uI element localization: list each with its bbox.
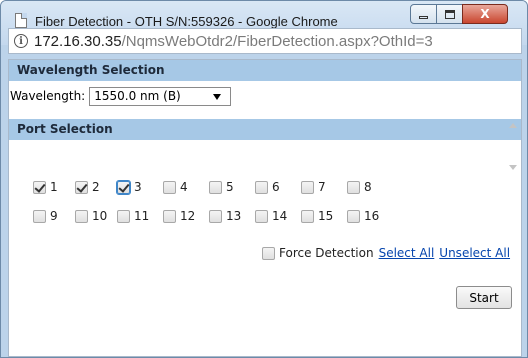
- port-3-option[interactable]: 3: [116, 179, 142, 195]
- close-button[interactable]: X: [462, 4, 508, 24]
- port-16-option[interactable]: 16: [347, 209, 379, 223]
- wavelength-section-header: Wavelength Selection: [9, 60, 521, 81]
- port-6-option[interactable]: 6: [255, 180, 280, 194]
- port-9-checkbox[interactable]: [33, 209, 46, 223]
- select-all-link[interactable]: Select All: [379, 246, 435, 260]
- maximize-icon: [444, 9, 455, 19]
- wavelength-row: Wavelength: 1550.0 nm (B): [10, 86, 232, 106]
- url-path: /NqmsWebOtdr2/FiberDetection.aspx?OthId=…: [121, 32, 433, 50]
- port-15-option[interactable]: 15: [301, 209, 333, 223]
- port-14-option[interactable]: 14: [255, 209, 287, 223]
- port-12-option[interactable]: 12: [163, 209, 195, 223]
- port-3-label: 3: [134, 180, 142, 194]
- port-8-label: 8: [364, 180, 372, 194]
- port-10-option[interactable]: 10: [75, 209, 107, 223]
- port-2-option[interactable]: 2: [75, 180, 100, 194]
- port-section-header: Port Selection: [9, 119, 521, 140]
- close-icon: X: [480, 7, 490, 21]
- port-7-checkbox[interactable]: [301, 180, 314, 194]
- port-12-label: 12: [180, 209, 196, 223]
- port-11-checkbox[interactable]: [117, 209, 130, 223]
- force-detection-label: Force Detection: [279, 246, 374, 260]
- port-15-label: 15: [318, 209, 334, 223]
- port-6-checkbox[interactable]: [255, 180, 268, 194]
- port-13-checkbox[interactable]: [209, 209, 222, 223]
- port-15-checkbox[interactable]: [301, 209, 314, 223]
- minimize-button[interactable]: [410, 4, 437, 24]
- port-9-label: 9: [50, 209, 58, 223]
- scroll-down-icon[interactable]: [509, 165, 517, 170]
- port-12-checkbox[interactable]: [163, 209, 176, 223]
- wavelength-selected-value: 1550.0 nm (B): [94, 88, 181, 103]
- url-host: 172.16.30.35: [34, 32, 122, 50]
- unselect-all-link[interactable]: Unselect All: [439, 246, 510, 260]
- wavelength-label: Wavelength:: [10, 89, 86, 103]
- port-5-label: 5: [226, 180, 234, 194]
- wavelength-select[interactable]: 1550.0 nm (B): [89, 86, 232, 106]
- scroll-up-icon[interactable]: [509, 123, 517, 128]
- port-5-option[interactable]: 5: [209, 180, 234, 194]
- port-14-label: 14: [272, 209, 288, 223]
- port-10-label: 10: [92, 209, 108, 223]
- port-14-checkbox[interactable]: [255, 209, 268, 223]
- chevron-down-icon: [213, 93, 222, 100]
- page-icon: [15, 13, 27, 28]
- force-detection-row: Force Detection Select All Unselect All: [262, 246, 510, 260]
- port-1-checkbox[interactable]: [33, 180, 46, 194]
- port-13-option[interactable]: 13: [209, 209, 241, 223]
- port-9-option[interactable]: 9: [33, 209, 58, 223]
- port-13-label: 13: [226, 209, 242, 223]
- port-4-label: 4: [180, 180, 188, 194]
- force-detection-checkbox[interactable]: [262, 246, 275, 260]
- start-button[interactable]: Start: [456, 286, 512, 309]
- port-11-option[interactable]: 11: [117, 209, 149, 223]
- browser-window: Fiber Detection - OTH S/N:559326 - Googl…: [0, 0, 528, 358]
- maximize-button[interactable]: [436, 4, 463, 24]
- port-16-label: 16: [364, 209, 380, 223]
- port-2-label: 2: [92, 180, 100, 194]
- port-16-checkbox[interactable]: [347, 209, 360, 223]
- port-4-checkbox[interactable]: [163, 180, 176, 194]
- window-controls: X: [410, 4, 508, 24]
- port-1-label: 1: [50, 180, 58, 194]
- window-title: Fiber Detection - OTH S/N:559326 - Googl…: [35, 14, 338, 29]
- port-1-option[interactable]: 1: [33, 180, 58, 194]
- page-content: Wavelength Selection Wavelength: 1550.0 …: [8, 59, 522, 357]
- minimize-icon: [419, 15, 428, 19]
- port-4-option[interactable]: 4: [163, 180, 188, 194]
- port-11-label: 11: [134, 209, 150, 223]
- port-7-option[interactable]: 7: [301, 180, 326, 194]
- port-6-label: 6: [272, 180, 280, 194]
- port-5-checkbox[interactable]: [209, 180, 222, 194]
- info-icon[interactable]: i: [14, 34, 28, 48]
- port-8-option[interactable]: 8: [347, 180, 372, 194]
- ports-scrollbar[interactable]: [507, 120, 518, 172]
- port-8-checkbox[interactable]: [347, 180, 360, 194]
- port-3-checkbox[interactable]: [116, 179, 131, 195]
- port-2-checkbox[interactable]: [75, 180, 88, 194]
- port-7-label: 7: [318, 180, 326, 194]
- address-bar[interactable]: i 172.16.30.35 /NqmsWebOtdr2/FiberDetect…: [8, 28, 522, 54]
- port-10-checkbox[interactable]: [75, 209, 88, 223]
